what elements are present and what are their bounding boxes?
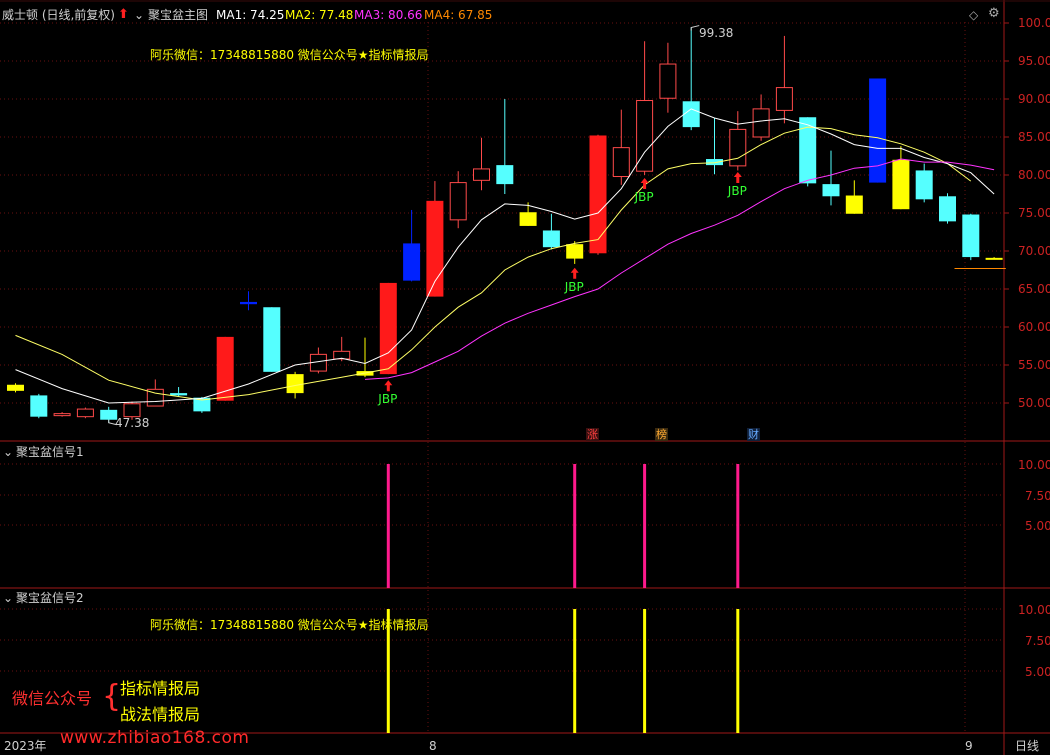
price-axis-label: 55.00 bbox=[1018, 358, 1050, 372]
badge-zhang[interactable]: 涨 bbox=[586, 428, 599, 441]
panel3-title[interactable]: 聚宝盆信号2 bbox=[16, 591, 84, 605]
panel3-axis-10: 10.00 bbox=[1018, 603, 1050, 617]
candle-body bbox=[240, 301, 257, 305]
candle-body bbox=[659, 63, 677, 99]
panel2-axis-5: 5.00 bbox=[1025, 519, 1050, 533]
candle-body bbox=[892, 159, 910, 210]
high-marker bbox=[690, 25, 700, 31]
candle-body bbox=[123, 403, 141, 418]
timeline-month-9: 9 bbox=[965, 739, 973, 753]
candle-body bbox=[962, 214, 980, 258]
candle-body bbox=[7, 384, 24, 391]
panel2-axis-10: 10.00 bbox=[1018, 458, 1050, 472]
candle-body bbox=[775, 87, 793, 111]
watermark-top: 阿乐微信：17348815880 微信公众号★指标情报局 bbox=[150, 48, 429, 62]
price-axis-label: 70.00 bbox=[1018, 244, 1050, 258]
ma2-label: MA2: 77.48 bbox=[285, 8, 354, 22]
panel3-axis-5: 5.00 bbox=[1025, 665, 1050, 679]
candle-body bbox=[752, 108, 770, 138]
candle-body bbox=[845, 195, 863, 214]
collapse-icon[interactable]: ⌄ bbox=[134, 8, 144, 22]
candle-body bbox=[915, 170, 933, 200]
price-axis-label: 50.00 bbox=[1018, 396, 1050, 410]
candle-body bbox=[170, 393, 188, 396]
panel3-axis-7: 7.50 bbox=[1025, 634, 1050, 648]
signal1-bar bbox=[573, 464, 577, 588]
candle-body bbox=[519, 212, 537, 226]
overlay-line2: 战法情报局 bbox=[120, 705, 201, 724]
timeline-year: 2023年 bbox=[4, 739, 47, 753]
overlay-line1: 指标情报局 bbox=[120, 679, 201, 698]
price-axis-label: 60.00 bbox=[1018, 320, 1050, 334]
settings-icon[interactable]: ⚙ bbox=[988, 7, 1000, 21]
price-chart[interactable] bbox=[0, 0, 1050, 755]
candle-body bbox=[822, 184, 840, 197]
candle-body bbox=[403, 243, 421, 281]
ma4-label: MA4: 67.85 bbox=[424, 8, 493, 22]
overlay-wechat-label: 微信公众号 bbox=[12, 689, 93, 708]
candle-body bbox=[473, 168, 490, 181]
price-axis-label: 90.00 bbox=[1018, 92, 1050, 106]
candle-body bbox=[449, 182, 467, 221]
badge-bang[interactable]: 榜 bbox=[655, 428, 668, 441]
jbp-arrow-icon bbox=[570, 267, 579, 279]
badge-cai[interactable]: 财 bbox=[747, 428, 760, 441]
panel2-collapse-icon[interactable]: ⌄ bbox=[3, 445, 13, 459]
jbp-arrow-icon bbox=[733, 171, 742, 183]
price-axis-label: 80.00 bbox=[1018, 168, 1050, 182]
signal2-bar bbox=[736, 609, 740, 733]
candle-body bbox=[496, 165, 514, 185]
candle-body bbox=[985, 257, 1003, 260]
price-axis-label: 100.0 bbox=[1018, 16, 1050, 30]
jbp-label: JBP bbox=[727, 183, 747, 198]
candle-body bbox=[729, 128, 747, 167]
candle-body bbox=[263, 307, 281, 372]
panel3-watermark: 阿乐微信：17348815880 微信公众号★指标情报局 bbox=[150, 618, 429, 632]
stock-title[interactable]: 威士顿 (日线,前复权) bbox=[2, 8, 115, 22]
candle-body bbox=[939, 196, 956, 222]
jbp-label: JBP bbox=[634, 190, 654, 205]
diamond-icon[interactable]: ◇ bbox=[969, 8, 978, 22]
candle-body bbox=[286, 374, 304, 394]
ma1-label: MA1: 74.25 bbox=[216, 8, 285, 22]
candle-body bbox=[30, 395, 48, 417]
period-label[interactable]: 日线 bbox=[1015, 739, 1039, 753]
price-axis-label: 65.00 bbox=[1018, 282, 1050, 296]
overlay-site: www.zhibiao168.com bbox=[60, 728, 250, 748]
signal1-bar bbox=[386, 464, 390, 588]
ma-yellow-line bbox=[15, 126, 972, 401]
jbp-label: JBP bbox=[378, 392, 398, 407]
signal1-bar bbox=[736, 464, 740, 588]
signal2-bar bbox=[573, 609, 577, 733]
jbp-label: JBP bbox=[564, 279, 584, 294]
candle-body bbox=[379, 282, 397, 375]
overlay-brace: { bbox=[102, 679, 122, 714]
price-axis-label: 75.00 bbox=[1018, 206, 1050, 220]
candle-body bbox=[542, 230, 560, 248]
candle-body bbox=[76, 408, 94, 418]
panel3-collapse-icon[interactable]: ⌄ bbox=[3, 591, 13, 605]
candle-body bbox=[566, 244, 584, 259]
panel2-title[interactable]: 聚宝盆信号1 bbox=[16, 445, 84, 459]
signal2-bar bbox=[643, 609, 647, 733]
price-axis-label: 85.00 bbox=[1018, 130, 1050, 144]
up-arrow-icon: ⬆ bbox=[118, 7, 129, 22]
candle-body bbox=[682, 101, 700, 128]
timeline-month-8: 8 bbox=[429, 739, 437, 753]
high-price-label: 99.38 bbox=[699, 26, 734, 40]
indicator-name[interactable]: 聚宝盆主图 bbox=[148, 8, 208, 22]
ma3-label: MA3: 80.66 bbox=[354, 8, 423, 22]
candle-body bbox=[612, 147, 630, 178]
candle-body bbox=[53, 413, 71, 417]
candle-body bbox=[589, 135, 607, 254]
signal1-bar bbox=[643, 464, 647, 588]
low-price-label: 47.38 bbox=[115, 416, 150, 430]
price-axis-label: 95.00 bbox=[1018, 54, 1050, 68]
panel2-axis-7: 7.50 bbox=[1025, 489, 1050, 503]
jbp-arrow-icon bbox=[384, 380, 393, 392]
